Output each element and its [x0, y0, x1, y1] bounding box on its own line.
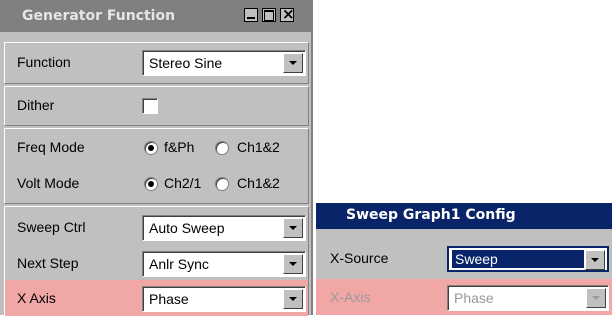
x-source-row: X-Source Sweep — [316, 239, 612, 279]
volt-mode-row: Volt Mode Ch2/1 Ch1&2 — [5, 164, 308, 204]
freq-mode-option-fph: f&Ph — [164, 139, 195, 155]
x-axis-config-value: Phase — [454, 290, 494, 306]
freq-mode-option-ch12: Ch1&2 — [237, 139, 280, 155]
volt-mode-radio-ch12[interactable] — [215, 177, 229, 191]
volt-mode-label: Volt Mode — [17, 175, 80, 191]
chevron-down-icon — [586, 288, 606, 308]
x-axis-config-label: X-Axis — [330, 289, 371, 305]
chevron-down-icon[interactable] — [283, 218, 303, 238]
sweep-graph-config-panel: Sweep Graph1 Config X-Source Sweep X-Axi… — [316, 203, 612, 315]
sweep-ctrl-row: Sweep Ctrl Auto Sweep — [5, 208, 308, 248]
generator-function-title: Generator Function — [22, 8, 176, 24]
next-step-label: Next Step — [17, 255, 79, 271]
function-value: Stereo Sine — [149, 55, 223, 71]
x-axis-config-dropdown: Phase — [447, 285, 609, 311]
x-source-label: X-Source — [330, 250, 389, 266]
dither-row: Dither — [5, 86, 308, 126]
chevron-down-icon[interactable] — [283, 289, 303, 309]
dither-group: Dither — [4, 86, 309, 126]
volt-mode-option-ch21: Ch2/1 — [164, 175, 202, 191]
function-row: Function Stereo Sine — [5, 43, 308, 83]
minimize-icon[interactable] — [244, 8, 258, 22]
x-source-value: Sweep — [452, 250, 584, 268]
sweep-graph-config-title: Sweep Graph1 Config — [346, 207, 516, 223]
sweep-group: Sweep Ctrl Auto Sweep Next Step Anlr Syn… — [4, 206, 309, 316]
dither-checkbox[interactable] — [142, 98, 158, 114]
generator-function-panel: Generator Function Function Stereo Sine … — [0, 0, 313, 316]
x-axis-row: X Axis Phase — [5, 280, 308, 316]
function-group: Function Stereo Sine — [4, 42, 309, 84]
volt-mode-option-ch12: Ch1&2 — [237, 175, 280, 191]
freq-mode-row: Freq Mode f&Ph Ch1&2 — [5, 128, 308, 168]
close-icon[interactable] — [280, 5, 295, 23]
sweep-ctrl-value: Auto Sweep — [149, 220, 225, 236]
chevron-down-icon[interactable] — [283, 53, 303, 73]
mode-group: Freq Mode f&Ph Ch1&2 Volt Mode Ch2/1 Ch1… — [4, 128, 309, 204]
freq-mode-radio-ch12[interactable] — [215, 141, 229, 155]
x-axis-value: Phase — [149, 291, 189, 307]
freq-mode-radio-fph[interactable] — [144, 141, 158, 155]
maximize-icon[interactable] — [262, 8, 276, 22]
sweep-graph-config-titlebar[interactable]: Sweep Graph1 Config — [316, 203, 612, 229]
x-axis-dropdown[interactable]: Phase — [142, 286, 306, 312]
sweep-ctrl-label: Sweep Ctrl — [17, 219, 86, 235]
x-axis-label: X Axis — [17, 290, 56, 306]
next-step-value: Anlr Sync — [149, 256, 209, 272]
function-dropdown[interactable]: Stereo Sine — [142, 50, 306, 76]
function-label: Function — [17, 54, 71, 70]
dither-label: Dither — [17, 97, 55, 113]
chevron-down-icon[interactable] — [585, 250, 605, 270]
freq-mode-label: Freq Mode — [17, 139, 85, 155]
volt-mode-radio-ch21[interactable] — [144, 177, 158, 191]
sweep-ctrl-dropdown[interactable]: Auto Sweep — [142, 215, 306, 241]
generator-function-titlebar[interactable]: Generator Function — [0, 0, 311, 32]
chevron-down-icon[interactable] — [283, 254, 303, 274]
next-step-row: Next Step Anlr Sync — [5, 244, 308, 284]
x-axis-config-row: X-Axis Phase — [316, 279, 612, 315]
x-source-dropdown[interactable]: Sweep — [447, 246, 609, 272]
next-step-dropdown[interactable]: Anlr Sync — [142, 251, 306, 277]
